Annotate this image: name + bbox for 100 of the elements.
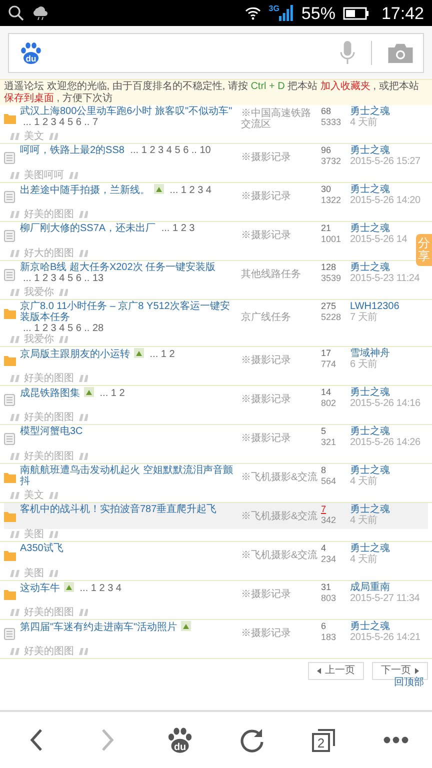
document-icon [4,268,15,281]
forum-name[interactable]: ※摄影记录 [241,433,318,444]
author-name[interactable]: 雪域神舟 [350,348,390,359]
open-quote-icon [10,570,20,577]
reply-count: 31 [321,582,332,593]
thread-title[interactable]: 模型河蟹电3C [20,426,83,437]
author-name[interactable]: 勇士之魂 [350,621,390,632]
page-links[interactable]: ... 1 2 3 4 5 6 .. 7 [23,117,98,128]
forum-name[interactable]: ※摄影记录 [241,394,318,405]
forward-icon [101,728,115,752]
thread-title[interactable]: 客机中的战斗机！实拍波音787垂直爬升起飞 [20,504,217,515]
page-links[interactable]: ... 1 2 3 4 [170,185,212,196]
page-links[interactable]: ... 1 2 3 4 [80,583,122,594]
author-name[interactable]: 勇士之魂 [350,145,390,156]
reply-count: 96 [321,145,332,156]
author-name[interactable]: 勇士之魂 [350,106,390,117]
forum-name[interactable]: ※摄影记录 [241,628,318,639]
open-quote-icon [10,609,20,616]
forum-name[interactable]: ※摄影记录 [241,230,318,241]
thread-title[interactable]: 新京哈B线 超大任务X202次 任务一键安装版 [20,262,216,273]
thread-tag: 好美的图图 [24,412,74,423]
notice-link[interactable]: 加入收藏夹 [320,81,370,92]
page-links[interactable]: ... 1 2 3 [161,223,195,234]
document-icon [4,230,15,242]
folder-icon [4,308,16,320]
forum-name[interactable]: ※摄影记录 [241,355,318,366]
post-time: 2015-5-26 14 [350,234,408,245]
notice-link[interactable]: 保存到桌面 [4,92,54,104]
open-quote-icon [10,336,20,343]
notice-text: 逍遥论坛 欢迎您的光临, 由于百度排名的不稳定性, 请按 Ctrl + D 把本站 加入收藏夹 , 或把本站 保存到桌面 , 方便下次访 [0,79,432,105]
author-name[interactable]: 勇士之魂 [350,543,390,554]
folder-icon [4,113,16,124]
thread-title[interactable]: 武汉上海800公里动车跑6小时 旅客叹"不似动车" [20,106,232,117]
reply-count: 5 [321,426,328,437]
battery-percent: 55% [301,4,336,22]
thread-title[interactable]: 京广8.0 11小时任务 – 京广8 Y512次客运一键安装版本任务 [20,301,238,323]
thread-title[interactable]: 京局版主跟朋友的小运转 [20,349,130,360]
view-count: 1322 [321,194,342,206]
forum-name[interactable]: ※摄影记录 [241,191,318,202]
forum-name[interactable]: ※飞机摄影&交流 [241,550,318,561]
author-name[interactable]: LWH12306 [350,301,400,312]
close-quote-icon [78,609,88,616]
forum-name[interactable]: 京广线任务 [241,312,318,323]
tabs-button[interactable]: 2 [288,723,360,757]
post-time: 6 天前 [350,359,378,370]
author-name[interactable]: 勇士之魂 [350,223,390,234]
forum-name[interactable]: ※飞机摄影&交流 [241,472,318,483]
folder-icon [4,355,16,366]
view-count: 183 [321,632,338,643]
thread-title[interactable]: 第四届"车迷有约走进南车"活动照片 [20,622,178,633]
page-links[interactable]: ... 1 2 [100,388,125,399]
folder-icon [4,511,16,522]
page-links[interactable]: ... 1 2 3 4 5 6 .. 13 [23,273,104,284]
author-name[interactable]: 勇士之魂 [350,387,390,398]
close-quote-icon [58,289,68,296]
home-button[interactable]: du [144,722,216,758]
close-quote-icon [78,453,88,460]
forum-name[interactable]: ※中国高速铁路交流区 [241,108,318,130]
forum-name[interactable]: ※摄影记录 [241,589,318,600]
open-quote-icon [10,172,20,179]
reply-count: 30 [321,184,332,195]
network-label: 3G [268,5,280,13]
previous-page-button[interactable]: 上一页 [308,662,364,680]
page-links[interactable]: ... 1 2 3 4 5 6 .. 28 [23,323,104,334]
author-name[interactable]: 勇士之魂 [350,465,390,476]
thread-title[interactable]: 成昆铁路图集 [20,388,80,399]
back-icon [29,728,43,752]
thread-tag: 好美的图图 [24,646,74,657]
thread-title[interactable]: 南航航班遭鸟击发动机起火 空姐默默流泪声音颤抖 [20,465,238,487]
author-name[interactable]: 成局重南 [350,582,390,593]
forum-name[interactable]: 其他线路任务 [241,269,318,280]
open-quote-icon [10,375,20,382]
thread-tag: 好美的图图 [24,373,74,384]
post-time: 2015-5-23 11:24 [350,273,420,284]
reply-count: 8 [321,465,328,476]
thread-title[interactable]: 柳厂刚大修的SS7A，还未出厂 [20,223,156,234]
open-quote-icon [10,648,20,655]
view-count: 321 [321,436,338,448]
view-count: 1001 [321,234,342,245]
page-links[interactable]: ... 1 2 3 4 5 6 .. 10 [130,145,211,156]
folder-icon [4,472,16,484]
page-links[interactable]: ... 1 2 [150,349,175,360]
thread-title[interactable]: A350试飞 [20,543,64,554]
folder-icon [4,589,16,600]
author-name[interactable]: 勇士之魂 [350,262,390,273]
reply-count: 275 [321,301,338,312]
battery-icon [343,6,370,20]
thread-tag: 好大的图图 [24,248,74,259]
thread-title[interactable]: 出差途中随手拍摄，兰新线。 [20,185,150,196]
author-name[interactable]: 勇士之魂 [350,504,390,515]
reply-count: 21 [321,223,332,234]
thread-title[interactable]: 这动车牛 [20,583,60,594]
author-name[interactable]: 勇士之魂 [350,184,390,195]
author-name[interactable]: 勇士之魂 [350,426,390,437]
close-quote-icon [48,133,58,140]
forum-name[interactable]: ※摄影记录 [241,152,318,163]
post-time: 4 天前 [350,117,378,128]
open-quote-icon [10,492,20,499]
search-icon[interactable] [8,5,24,21]
thread-title[interactable]: 呵呵，铁路上最2的SS8 [20,145,124,156]
